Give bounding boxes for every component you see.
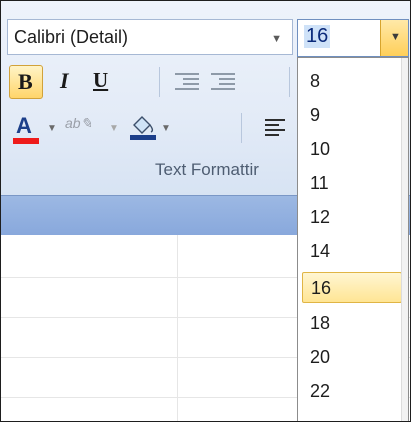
size-option-12[interactable]: 12 — [302, 202, 402, 233]
italic-button[interactable]: I — [51, 65, 81, 99]
group-label: Text Formattir — [155, 160, 259, 179]
screenshot-frame: Calibri (Detail) ▼ 16 ▼ B I U A ▼ ab✎ ▼ … — [0, 0, 411, 422]
font-size-value[interactable]: 16 — [304, 25, 331, 48]
toolbar-separator — [241, 113, 242, 143]
size-option-22[interactable]: 22 — [302, 376, 402, 407]
increase-indent-icon[interactable] — [211, 73, 235, 93]
dropdown-scrollbar[interactable] — [401, 58, 408, 421]
align-left-icon[interactable] — [265, 119, 285, 137]
font-size-dropdown-button[interactable]: ▼ — [380, 20, 408, 56]
size-option-8[interactable]: 8 — [302, 66, 402, 97]
toolbar-separator — [289, 67, 290, 97]
size-option-20[interactable]: 20 — [302, 342, 402, 373]
size-option-16-selected[interactable]: 16 — [302, 272, 402, 303]
chevron-down-icon[interactable]: ▼ — [109, 123, 119, 134]
underline-button[interactable]: U — [87, 65, 117, 99]
size-option-10[interactable]: 10 — [302, 134, 402, 165]
chevron-down-icon[interactable]: ▼ — [271, 33, 282, 45]
chevron-down-icon: ▼ — [390, 31, 401, 43]
chevron-down-icon[interactable]: ▼ — [47, 123, 57, 134]
font-color-icon: A — [16, 113, 32, 138]
size-option-14[interactable]: 14 — [302, 236, 402, 267]
size-option-18[interactable]: 18 — [302, 308, 402, 339]
font-size-dropdown-list[interactable]: 8 9 10 11 12 14 16 18 20 22 — [297, 57, 409, 421]
font-name-value: Calibri (Detail) — [14, 27, 129, 47]
bold-button[interactable]: B — [9, 65, 43, 99]
highlight-icon[interactable]: ab✎ — [65, 115, 92, 132]
italic-label: I — [60, 68, 69, 93]
shading-icon[interactable] — [129, 111, 157, 141]
toolbar-separator — [159, 67, 160, 97]
bold-label: B — [18, 69, 33, 94]
underline-label: U — [93, 68, 109, 92]
size-option-11[interactable]: 11 — [302, 168, 402, 199]
decrease-indent-icon[interactable] — [175, 73, 199, 93]
font-color-swatch — [13, 138, 39, 144]
grid-line — [177, 235, 178, 421]
font-name-combobox[interactable]: Calibri (Detail) ▼ — [7, 19, 293, 55]
font-size-combobox[interactable]: 16 ▼ — [297, 19, 409, 57]
font-color-button[interactable]: A — [13, 113, 39, 145]
size-option-9[interactable]: 9 — [302, 100, 402, 131]
chevron-down-icon[interactable]: ▼ — [161, 123, 171, 134]
highlight-label: ab — [65, 115, 81, 131]
